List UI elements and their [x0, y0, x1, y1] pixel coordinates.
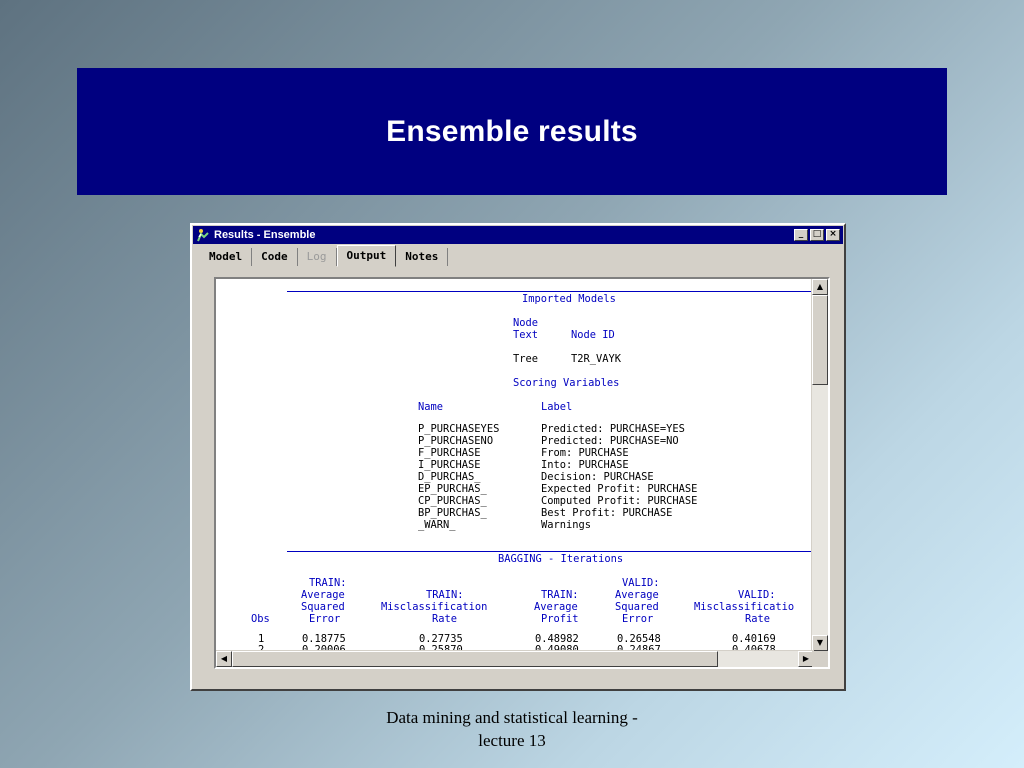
tab-bar: Model Code Log Output Notes: [192, 245, 844, 267]
divider-line: [287, 551, 814, 552]
variable-name: I_PURCHASE: [418, 459, 481, 471]
node-text-header-2: Text: [513, 329, 539, 341]
tab-code[interactable]: Code: [252, 248, 298, 266]
column-header-line: Misclassification: [381, 601, 488, 613]
column-header-line: VALID:: [622, 577, 660, 589]
title-banner: Ensemble results: [77, 68, 947, 195]
column-header-line: Squared: [301, 601, 345, 613]
scroll-up-arrow-icon[interactable]: ▲: [812, 279, 828, 295]
bagging-iterations-title: BAGGING - Iterations: [498, 553, 624, 565]
slide-title: Ensemble results: [386, 114, 638, 148]
column-header-line: Error: [622, 613, 654, 625]
variable-label: Decision: PURCHASE: [541, 471, 654, 483]
variable-name: P_PURCHASEYES: [418, 423, 500, 435]
node-id-header: Node ID: [571, 329, 615, 341]
maximize-button[interactable]: □: [810, 229, 824, 241]
node-text-value: Tree: [513, 353, 539, 365]
horizontal-scroll-thumb[interactable]: [232, 651, 718, 667]
column-header-line: Rate: [745, 613, 771, 625]
close-button[interactable]: ×: [826, 229, 840, 241]
window-titlebar[interactable]: Results - Ensemble _ □ ×: [193, 226, 843, 244]
variable-label: Best Profit: PURCHASE: [541, 507, 673, 519]
column-header-line: Average: [534, 601, 578, 613]
column-header-line: TRAIN:: [541, 589, 579, 601]
label-column-header: Label: [541, 401, 573, 413]
window-title: Results - Ensemble: [214, 229, 316, 241]
variable-name: EP_PURCHAS_: [418, 483, 487, 495]
sas-app-icon: [197, 229, 209, 242]
tab-notes[interactable]: Notes: [396, 248, 449, 266]
column-header-line: TRAIN:: [309, 577, 347, 589]
imported-models-title: Imported Models: [522, 293, 616, 305]
variable-name: F_PURCHASE: [418, 447, 481, 459]
node-text-header-1: Node: [513, 317, 539, 329]
minimize-button[interactable]: _: [794, 229, 808, 241]
output-panel: Imported Models Node Text Node ID Tree T…: [214, 277, 830, 669]
vertical-scroll-thumb[interactable]: [812, 295, 828, 385]
footer-line-2: lecture 13: [478, 731, 546, 750]
variable-name: D_PURCHAS_: [418, 471, 481, 483]
column-header-line: Profit: [541, 613, 579, 625]
scroll-down-arrow-icon[interactable]: ▼: [812, 635, 828, 651]
tab-model[interactable]: Model: [200, 248, 253, 266]
node-id-value: T2R_VAYK: [571, 353, 622, 365]
column-header-line: Rate: [432, 613, 458, 625]
footer-line-1: Data mining and statistical learning -: [386, 708, 638, 727]
variable-name: _WARN_: [418, 519, 456, 531]
variable-name: BP_PURCHAS_: [418, 507, 487, 519]
scrollbar-corner: [812, 651, 828, 667]
column-header-line: TRAIN:: [426, 589, 464, 601]
horizontal-scrollbar[interactable]: ◀ ▶: [216, 650, 814, 667]
variable-label: From: PURCHASE: [541, 447, 629, 459]
variable-label: Computed Profit: PURCHASE: [541, 495, 698, 507]
variable-label: Expected Profit: PURCHASE: [541, 483, 698, 495]
variable-label: Predicted: PURCHASE=YES: [541, 423, 685, 435]
variable-name: P_PURCHASENO: [418, 435, 494, 447]
divider-line: [287, 291, 814, 292]
variable-label: Warnings: [541, 519, 592, 531]
vertical-scrollbar[interactable]: ▲ ▼: [811, 279, 828, 651]
column-header-line: Squared: [615, 601, 659, 613]
scroll-left-arrow-icon[interactable]: ◀: [216, 651, 232, 667]
variable-label: Predicted: PURCHASE=NO: [541, 435, 679, 447]
tab-output[interactable]: Output: [336, 245, 397, 267]
column-header-obs: Obs: [251, 613, 270, 625]
variable-name: CP_PURCHAS_: [418, 495, 487, 507]
column-header-line: VALID:: [738, 589, 776, 601]
column-header-line: Average: [301, 589, 345, 601]
scoring-variables-title: Scoring Variables: [513, 377, 620, 389]
results-window: Results - Ensemble _ □ × Model Code Log …: [190, 223, 846, 691]
variable-label: Into: PURCHASE: [541, 459, 629, 471]
slide-footer: Data mining and statistical learning - l…: [312, 706, 712, 752]
tab-log[interactable]: Log: [298, 248, 337, 266]
column-header-line: Error: [309, 613, 341, 625]
column-header-line: Misclassificatio: [694, 601, 795, 613]
name-column-header: Name: [418, 401, 444, 413]
column-header-line: Average: [615, 589, 659, 601]
output-text-area[interactable]: Imported Models Node Text Node ID Tree T…: [216, 279, 814, 656]
